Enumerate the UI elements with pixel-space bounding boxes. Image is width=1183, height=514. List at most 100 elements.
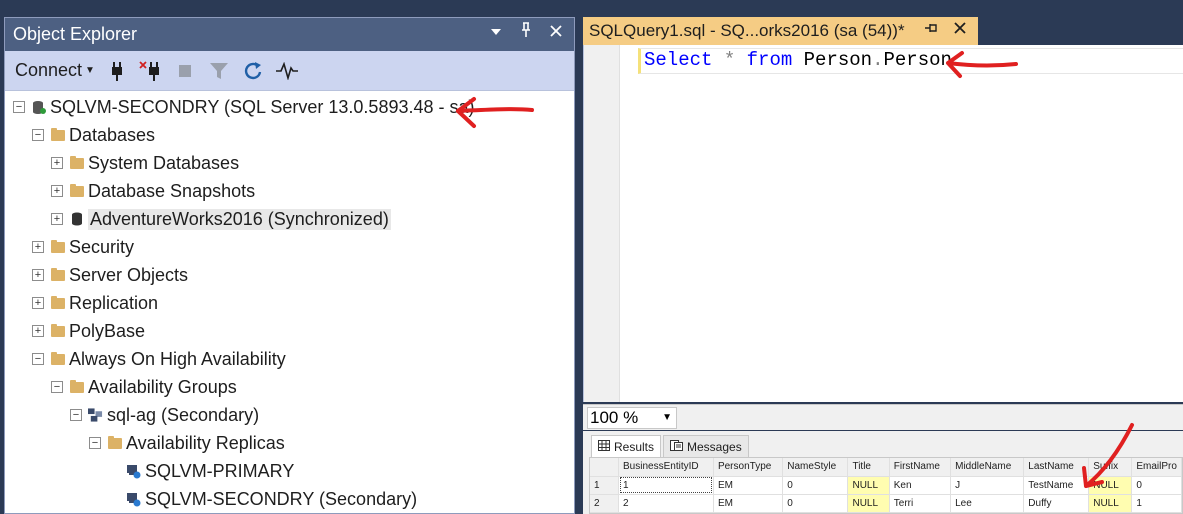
table-cell[interactable]: NULL	[1088, 476, 1133, 495]
tree-node[interactable]: + Server Objects	[5, 261, 574, 289]
table-cell[interactable]: Duffy	[1023, 494, 1090, 513]
tree-node-label: Database Snapshots	[88, 180, 256, 201]
tree-node-label: sql-ag (Secondary)	[107, 404, 260, 425]
column-header[interactable]: BusinessEntityID	[618, 458, 714, 477]
tree-node[interactable]: − Availability Replicas	[5, 429, 574, 457]
collapse-icon[interactable]: −	[32, 129, 44, 141]
zoom-select[interactable]: 100 % ▼	[587, 407, 677, 429]
tree-node[interactable]: + Replication	[5, 289, 574, 317]
row-number[interactable]: 2	[590, 494, 620, 513]
replica-icon	[126, 464, 141, 479]
dropdown-arrow-icon[interactable]	[488, 22, 504, 43]
close-icon[interactable]	[548, 22, 564, 43]
table-cell[interactable]: J	[950, 476, 1025, 495]
pin-icon[interactable]	[924, 21, 938, 39]
table-cell[interactable]: 2	[618, 494, 714, 513]
collapse-icon[interactable]: −	[89, 437, 101, 449]
tree-node[interactable]: − Availability Groups	[5, 373, 574, 401]
tree-node[interactable]: + System Databases	[5, 149, 574, 177]
tree-node-label: Databases	[69, 124, 156, 145]
expand-icon[interactable]: +	[51, 157, 63, 169]
tree-node[interactable]: + AdventureWorks2016 (Synchronized)	[5, 205, 574, 233]
filter-icon[interactable]	[207, 59, 231, 83]
folder-icon	[69, 379, 84, 395]
chevron-down-icon: ▼	[85, 65, 95, 76]
column-header[interactable]: LastName	[1023, 458, 1090, 477]
table-cell[interactable]: Ken	[889, 476, 952, 495]
table-cell[interactable]: 0	[1131, 476, 1182, 495]
column-header[interactable]: EmailPro	[1131, 458, 1182, 477]
table-cell[interactable]: NULL	[847, 494, 890, 513]
table-cell[interactable]: Lee	[950, 494, 1025, 513]
collapse-icon[interactable]: −	[32, 353, 44, 365]
table-cell[interactable]: EM	[713, 476, 784, 495]
activity-monitor-icon[interactable]	[275, 59, 299, 83]
column-header[interactable]: Title	[847, 458, 890, 477]
column-header[interactable]: MiddleName	[950, 458, 1025, 477]
table-cell[interactable]: NULL	[847, 476, 890, 495]
table-row[interactable]: 2 2 EM 0 NULL Terri Lee Duffy NULL 1	[590, 494, 1182, 513]
results-tabs: Results Messages	[583, 431, 1183, 457]
expand-icon[interactable]: +	[32, 325, 44, 337]
table-cell[interactable]: 1	[1131, 494, 1182, 513]
expand-icon[interactable]: +	[51, 213, 63, 225]
tab-results[interactable]: Results	[591, 435, 662, 457]
column-header[interactable]: PersonType	[713, 458, 784, 477]
folder-icon	[107, 435, 122, 451]
tree-node-label: Availability Groups	[88, 376, 237, 397]
expand-icon[interactable]: +	[51, 185, 63, 197]
query-tab[interactable]: SQLQuery1.sql - SQ...orks2016 (sa (54))*	[583, 17, 978, 45]
tree-node[interactable]: − SQLVM-SECONDRY (SQL Server 13.0.5893.48…	[5, 93, 574, 121]
collapse-icon[interactable]: −	[51, 381, 63, 393]
row-number[interactable]: 1	[590, 476, 620, 495]
table-cell[interactable]: 1	[618, 476, 714, 495]
tree-node[interactable]: − Databases	[5, 121, 574, 149]
tree-node[interactable]: SQLVM-PRIMARY	[5, 457, 574, 485]
pin-icon[interactable]	[518, 22, 534, 43]
expand-icon[interactable]: +	[32, 241, 44, 253]
tree-node[interactable]: − sql-ag (Secondary)	[5, 401, 574, 429]
table-row[interactable]: 1 1 EM 0 NULL Ken J TestName NULL 0	[590, 476, 1182, 495]
collapse-icon[interactable]: −	[13, 101, 25, 113]
sql-editor[interactable]: Select * from Person.Person	[583, 45, 1183, 402]
tree-node[interactable]: SQLVM-SECONDRY (Secondary)	[5, 485, 574, 513]
results-grid[interactable]: BusinessEntityID PersonType NameStyle Ti…	[589, 457, 1183, 514]
tree-node[interactable]: + PolyBase	[5, 317, 574, 345]
folder-icon	[69, 183, 84, 199]
table-cell[interactable]: 0	[782, 476, 849, 495]
table-cell[interactable]: EM	[713, 494, 784, 513]
tree-node-label: SQLVM-SECONDRY (Secondary)	[145, 488, 418, 509]
tree-node[interactable]: − Always On High Availability	[5, 345, 574, 373]
folder-icon	[50, 323, 65, 339]
tree-node[interactable]: + Database Snapshots	[5, 177, 574, 205]
editor-tab-bar: SQLQuery1.sql - SQ...orks2016 (sa (54))*	[583, 17, 1183, 45]
stop-icon[interactable]	[173, 59, 197, 83]
table-cell[interactable]: 0	[782, 494, 849, 513]
refresh-icon[interactable]	[241, 59, 265, 83]
connect-button[interactable]: Connect ▼	[15, 60, 95, 81]
close-icon[interactable]	[953, 18, 967, 41]
connect-plug-icon[interactable]	[105, 59, 129, 83]
table-cell[interactable]: TestName	[1023, 476, 1090, 495]
query-tab-title: SQLQuery1.sql - SQ...orks2016 (sa (54))*	[589, 21, 905, 40]
tree-node-label: System Databases	[88, 152, 240, 173]
editor-status-bar: 100 % ▼	[583, 404, 1183, 430]
disconnect-plug-icon[interactable]	[139, 59, 163, 83]
table-cell[interactable]: NULL	[1088, 494, 1133, 513]
row-number-header	[590, 458, 620, 477]
replica-icon	[126, 492, 141, 507]
column-header[interactable]: Suffix	[1088, 458, 1133, 477]
collapse-icon[interactable]: −	[70, 409, 82, 421]
object-explorer-title: Object Explorer	[13, 24, 138, 44]
expand-icon[interactable]: +	[32, 297, 44, 309]
editor-margin	[584, 45, 620, 402]
tab-messages[interactable]: Messages	[663, 435, 749, 457]
table-cell[interactable]: Terri	[889, 494, 952, 513]
sql-code[interactable]: Select * from Person.Person	[644, 49, 952, 71]
column-header[interactable]: FirstName	[889, 458, 952, 477]
tree-node-label: SQLVM-PRIMARY	[145, 460, 295, 481]
folder-icon	[50, 295, 65, 311]
column-header[interactable]: NameStyle	[782, 458, 849, 477]
expand-icon[interactable]: +	[32, 269, 44, 281]
tree-node[interactable]: + Security	[5, 233, 574, 261]
